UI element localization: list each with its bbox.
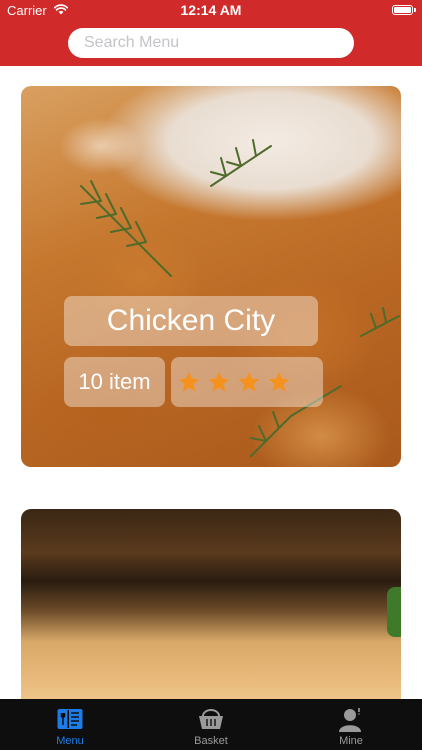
rating-stars: [171, 357, 323, 407]
star-icon: [238, 371, 260, 392]
tab-bar: Menu Basket Mine: [0, 699, 422, 750]
status-bar: Carrier 12:14 AM: [0, 0, 422, 22]
garnish-leaf: [387, 587, 401, 637]
restaurant-name: Chicken City: [64, 296, 318, 346]
restaurant-card[interactable]: Chicken City 10 item: [21, 86, 401, 467]
star-icon: [178, 371, 200, 392]
tab-basket[interactable]: Basket: [141, 699, 281, 750]
tab-label: Basket: [194, 735, 228, 747]
star-icon: [208, 371, 230, 392]
person-icon: [339, 708, 361, 732]
star-icon: [268, 371, 290, 392]
tab-menu[interactable]: Menu: [0, 699, 140, 750]
tab-mine[interactable]: Mine: [281, 699, 421, 750]
item-count-badge: 10 item: [64, 357, 165, 407]
battery-tip: [414, 8, 416, 12]
tab-label: Menu: [56, 735, 84, 747]
status-time: 12:14 AM: [180, 2, 242, 18]
battery-icon: [392, 5, 413, 15]
search-input[interactable]: [68, 28, 354, 58]
rosemary-garnish: [80, 139, 400, 457]
menu-book-icon: [57, 709, 83, 729]
header: Carrier 12:14 AM: [0, 0, 422, 66]
basket-icon: [199, 709, 223, 729]
tab-label: Mine: [339, 735, 363, 747]
